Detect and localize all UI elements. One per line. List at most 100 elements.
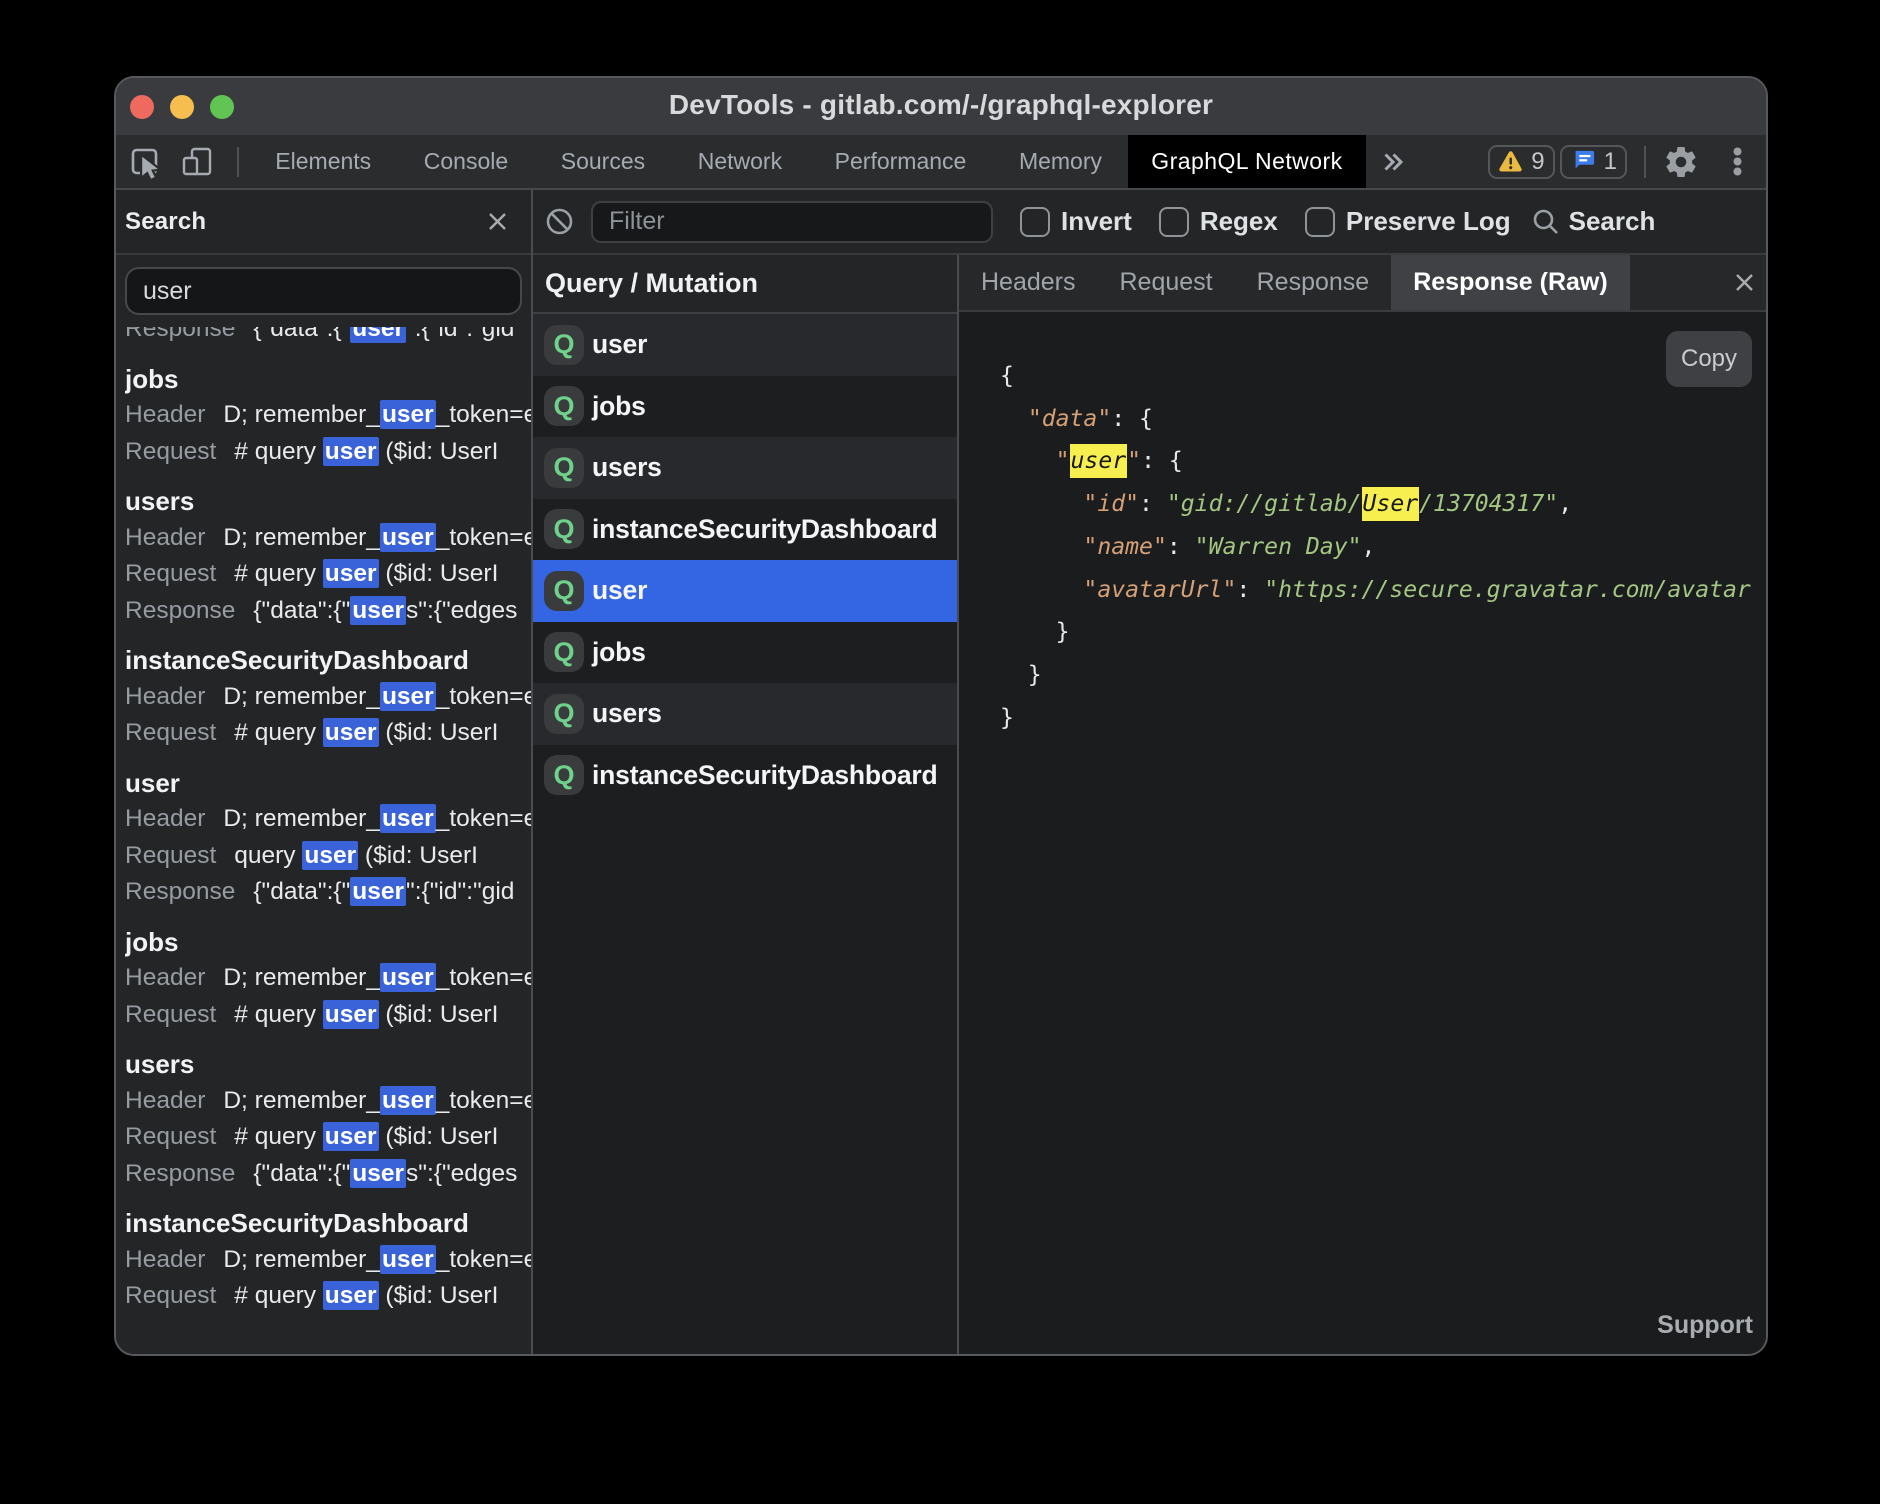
search-result-row[interactable]: HeaderD; remember_user_token=e (125, 520, 531, 557)
devtools-tab-graphql-network[interactable]: GraphQL Network (1128, 135, 1365, 188)
checkbox-preserve-log[interactable] (1305, 207, 1335, 237)
search-result-row[interactable]: HeaderD; remember_user_token=e (125, 397, 531, 434)
query-list-panel: Query / Mutation QuserQjobsQusersQinstan… (533, 255, 959, 1354)
search-result-text: D; remember_ (223, 524, 380, 551)
search-result-text: D; remember_ (223, 1246, 380, 1273)
filter-checkbox-group: Invert Regex Preserve Log (993, 206, 1511, 237)
search-result-text: query (234, 842, 302, 869)
json-token: { (1000, 363, 1014, 389)
json-match-highlight: User (1362, 487, 1420, 521)
devtools-tab-elements[interactable]: Elements (249, 135, 397, 188)
search-result-row[interactable]: Request# query user ($id: UserI (125, 556, 531, 593)
copy-button[interactable]: Copy (1666, 331, 1752, 387)
checkbox-label: Regex (1200, 206, 1278, 237)
search-result-row[interactable]: Response{"data":{"user":{"id":"gid (125, 874, 531, 911)
json-token: "data" (1028, 406, 1111, 432)
close-window-button[interactable] (130, 95, 154, 119)
search-match-highlight: user (380, 682, 436, 711)
search-result-row[interactable]: Response{"data":{"users":{"edges (125, 1156, 531, 1193)
search-result-text: ($id: UserI (379, 1001, 499, 1028)
issues-badge[interactable]: 1 (1560, 145, 1627, 179)
zoom-window-button[interactable] (210, 95, 234, 119)
checkbox-invert[interactable] (1020, 207, 1050, 237)
support-link[interactable]: Support (1657, 1311, 1753, 1340)
devtools-tab-network[interactable]: Network (671, 135, 808, 188)
detail-panel: HeadersRequestResponseResponse (Raw) { "… (959, 255, 1766, 1354)
query-row-users[interactable]: Qusers (533, 683, 957, 745)
devtools-tab-memory[interactable]: Memory (993, 135, 1129, 188)
search-result-text: ":{"id":"gid (406, 878, 514, 905)
json-line: { (1000, 355, 1766, 398)
devtools-main-area: Search Response{"data":{"user":{"id":"gi… (116, 190, 1766, 1354)
filter-option-preserve-log[interactable]: Preserve Log (1305, 206, 1511, 237)
close-detail-icon[interactable] (1733, 271, 1756, 294)
query-row-instanceSecurityDashboard[interactable]: QinstanceSecurityDashboard (533, 745, 957, 807)
search-result-row[interactable]: HeaderD; remember_user_token=e (125, 1083, 531, 1120)
search-result-group-title: users (125, 1046, 531, 1083)
search-input[interactable] (125, 267, 522, 315)
search-result-row[interactable]: HeaderD; remember_user_token=e (125, 960, 531, 997)
search-result-row[interactable]: Response{"data":{"users":{"edges (125, 593, 531, 630)
search-result-row-label: Request (125, 719, 216, 746)
query-row-jobs[interactable]: Qjobs (533, 622, 957, 684)
devtools-tab-performance[interactable]: Performance (808, 135, 992, 188)
query-row-instanceSecurityDashboard[interactable]: QinstanceSecurityDashboard (533, 499, 957, 561)
search-result-row-label: Header (125, 805, 205, 832)
search-panel: Search Response{"data":{"user":{"id":"gi… (116, 190, 533, 1354)
search-result-row[interactable]: Response{"data":{"user":{"id":"gid (125, 327, 531, 348)
json-token: } (1000, 662, 1042, 688)
search-result-row[interactable]: Request# query user ($id: UserI (125, 715, 531, 752)
search-result-row[interactable]: Request# query user ($id: UserI (125, 1119, 531, 1156)
network-region: Invert Regex Preserve Log Search Query / M… (533, 190, 1766, 1354)
settings-gear-icon[interactable] (1663, 144, 1699, 180)
titlebar[interactable]: DevTools - gitlab.com/-/graphql-explorer (116, 78, 1766, 135)
search-result-row[interactable]: HeaderD; remember_user_token=e (125, 801, 531, 838)
more-tabs-icon[interactable] (1382, 150, 1404, 174)
query-row-user-selected[interactable]: Quser (533, 560, 957, 622)
search-result-row[interactable]: HeaderD; remember_user_token=e (125, 1242, 531, 1279)
toggle-device-toolbar-icon[interactable] (180, 145, 214, 179)
search-match-highlight: user (323, 718, 379, 747)
filter-option-regex[interactable]: Regex (1159, 206, 1278, 237)
detail-tab-request[interactable]: Request (1098, 255, 1235, 310)
warnings-badge[interactable]: 9 (1488, 145, 1554, 179)
issues-count: 1 (1604, 148, 1617, 176)
devtools-tab-sources[interactable]: Sources (534, 135, 671, 188)
search-result-row[interactable]: Request# query user ($id: UserI (125, 997, 531, 1034)
search-match-highlight: user (323, 1281, 379, 1310)
search-match-highlight: user (380, 1086, 436, 1115)
clear-log-icon[interactable] (545, 207, 574, 236)
minimize-window-button[interactable] (170, 95, 194, 119)
query-row-label: instanceSecurityDashboard (592, 760, 938, 791)
detail-tab-headers[interactable]: Headers (959, 255, 1098, 310)
search-result-row[interactable]: HeaderD; remember_user_token=e (125, 679, 531, 716)
inspect-element-icon[interactable] (129, 145, 163, 179)
detail-tab-response[interactable]: Response (1235, 255, 1392, 310)
filter-option-invert[interactable]: Invert (1020, 206, 1132, 237)
checkbox-label: Preserve Log (1346, 206, 1511, 237)
search-toggle[interactable]: Search (1531, 206, 1656, 237)
json-match-highlight: user (1070, 444, 1128, 478)
search-result-row[interactable]: Request# query user ($id: UserI (125, 434, 531, 471)
search-result-row[interactable]: Requestquery user ($id: UserI (125, 838, 531, 875)
search-result-group-title: jobs (125, 924, 531, 961)
filter-input[interactable] (591, 201, 993, 243)
search-result-text: D; remember_ (223, 401, 380, 428)
search-result-text: _token=e (436, 1246, 531, 1273)
kebab-menu-icon[interactable] (1733, 147, 1742, 176)
search-result-text: D; remember_ (223, 683, 380, 710)
devtools-tab-console[interactable]: Console (397, 135, 534, 188)
search-match-highlight: user (350, 327, 406, 343)
query-row-users[interactable]: Qusers (533, 437, 957, 499)
search-result-row[interactable]: Request# query user ($id: UserI (125, 1278, 531, 1315)
checkbox-regex[interactable] (1159, 207, 1189, 237)
search-result-text: ($id: UserI (358, 842, 478, 869)
close-search-icon[interactable] (486, 210, 509, 233)
query-row-user[interactable]: Quser (533, 314, 957, 376)
search-match-highlight: user (323, 437, 379, 466)
network-filter-toolbar: Invert Regex Preserve Log Search (533, 190, 1766, 255)
json-line: } (1000, 611, 1766, 654)
query-row-jobs[interactable]: Qjobs (533, 376, 957, 438)
search-result-text: _token=e (436, 401, 531, 428)
detail-tab-response-raw[interactable]: Response (Raw) (1391, 255, 1629, 310)
